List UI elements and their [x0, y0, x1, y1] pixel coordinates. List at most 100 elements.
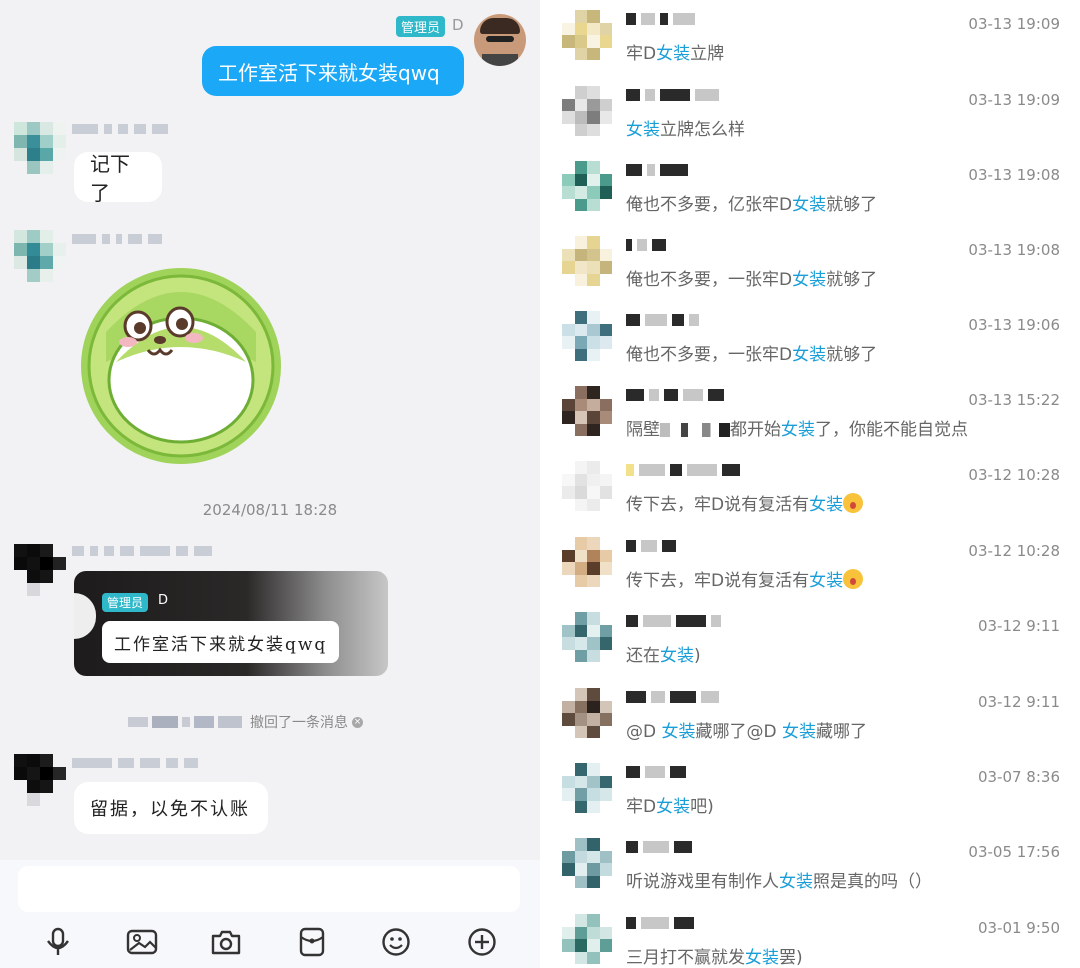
result-time: 03-13 19:08 — [968, 241, 1060, 259]
chat-panel: 管理员 D 工作室活下来就女装qwq 记下了 2024/08/11 18:28 … — [0, 0, 540, 968]
avatar[interactable] — [14, 122, 66, 174]
result-snippet: 女装立牌怎么样 — [626, 115, 745, 140]
recall-row: 撤回了一条消息 × — [128, 712, 363, 732]
avatar[interactable] — [14, 230, 66, 282]
my-message-bubble[interactable]: 工作室活下来就女装qwq — [202, 46, 464, 96]
search-results-list: 03-13 19:09 牢D女装立牌 03-13 19:09 女装立牌怎么样 03-13… — [540, 0, 1080, 968]
keyword-highlight: 女装 — [782, 722, 816, 742]
message-input[interactable] — [18, 866, 520, 912]
reply-bubble[interactable]: 记下了 — [74, 152, 162, 205]
search-result-row[interactable]: 03-13 19:09 牢D女装立牌 — [540, 0, 1080, 75]
cabbage-dog-sticker[interactable] — [76, 262, 286, 467]
result-snippet: 听说游戏里有制作人女装照是真的吗（） — [626, 867, 932, 892]
search-result-row[interactable]: 03-05 17:56 听说游戏里有制作人女装照是真的吗（） — [540, 828, 1080, 903]
result-snippet: 还在女装) — [626, 641, 701, 666]
quote-sender-name: D — [158, 593, 169, 608]
result-snippet: 三月打不赢就发女装罢) — [626, 943, 803, 968]
recall-text: 撤回了一条消息 — [250, 715, 348, 731]
snippet-text: @D — [626, 722, 662, 742]
snippet-text: 立牌怎么样 — [660, 120, 745, 140]
quote-avatar — [74, 593, 96, 639]
plus-icon[interactable] — [462, 922, 502, 962]
microphone-icon[interactable] — [38, 922, 78, 962]
chat-timestamp: 2024/08/11 18:28 — [202, 501, 338, 519]
sender-name-redacted — [72, 544, 212, 558]
result-sender-redacted — [626, 313, 699, 327]
red-packet-icon[interactable] — [292, 922, 332, 962]
avatar — [562, 86, 612, 136]
search-result-row[interactable]: 03-13 15:22 隔壁 都开始女装了，你能不能自觉点 — [540, 376, 1080, 451]
search-result-row[interactable]: 03-12 10:28 传下去，牢D说有复活有女装 — [540, 527, 1080, 602]
result-sender-redacted — [626, 690, 719, 704]
input-area — [0, 860, 540, 968]
search-result-row[interactable]: 03-13 19:06 俺也不多要，一张牢D女装就够了 — [540, 301, 1080, 376]
result-snippet: 俺也不多要，一张牢D女装就够了 — [626, 265, 877, 290]
my-avatar[interactable] — [474, 14, 526, 66]
result-time: 03-05 17:56 — [968, 843, 1060, 861]
snippet-text: 就够了 — [826, 270, 878, 290]
keyword-highlight: 女装 — [809, 495, 844, 515]
keyword-highlight: 女装 — [626, 120, 660, 140]
search-result-row[interactable]: 03-12 10:28 传下去，牢D说有复活有女装 — [540, 451, 1080, 526]
admin-badge: 管理员 — [396, 16, 446, 37]
avatar — [562, 914, 612, 964]
keyword-highlight: 女装 — [792, 195, 827, 215]
keyword-highlight: 女装 — [656, 797, 691, 817]
snippet-text: 照是真的吗（） — [813, 872, 932, 892]
result-snippet: @D 女装藏哪了@D 女装藏哪了 — [626, 717, 867, 742]
snippet-text: 都开始 — [730, 420, 781, 440]
keyword-highlight: 女装 — [745, 948, 779, 968]
search-result-row[interactable]: 03-01 9:50 三月打不赢就发女装罢) — [540, 904, 1080, 968]
avatar — [562, 612, 612, 662]
avatar[interactable] — [14, 754, 66, 806]
search-result-row[interactable]: 03-13 19:09 女装立牌怎么样 — [540, 76, 1080, 151]
avatar[interactable] — [14, 544, 66, 596]
keyword-highlight: 女装 — [809, 571, 844, 591]
snippet-text: 罢) — [779, 948, 803, 968]
camera-icon[interactable] — [206, 922, 246, 962]
search-result-row[interactable]: 03-13 19:08 俺也不多要，一张牢D女装就够了 — [540, 226, 1080, 301]
quote-card[interactable]: 管理员 D 工作室活下来就女装qwq — [74, 571, 388, 676]
avatar — [562, 161, 612, 211]
snippet-text: 牢D — [626, 44, 657, 64]
avatar — [562, 10, 612, 60]
surprised-emoji-icon — [843, 569, 864, 589]
snippet-text: 传下去，牢D说有复活有 — [626, 495, 810, 515]
result-snippet: 隔壁 都开始女装了，你能不能自觉点 — [626, 415, 968, 440]
result-time: 03-13 19:09 — [968, 15, 1060, 33]
snippet-text: 牢D — [626, 797, 657, 817]
snippet-text: 就够了 — [826, 345, 878, 365]
keyword-highlight: 女装 — [781, 420, 815, 440]
result-time: 03-13 15:22 — [968, 391, 1060, 409]
result-time: 03-13 19:09 — [968, 91, 1060, 109]
search-result-row[interactable]: 03-13 19:08 俺也不多要，亿张牢D女装就够了 — [540, 151, 1080, 226]
reply-bubble[interactable]: 留据，以免不认账 — [74, 782, 268, 834]
result-time: 03-13 19:08 — [968, 166, 1060, 184]
keyword-highlight: 女装 — [779, 872, 813, 892]
search-result-row[interactable]: 03-07 8:36 牢D女装吧) — [540, 753, 1080, 828]
snippet-text: 吧) — [690, 797, 714, 817]
result-sender-redacted — [626, 163, 688, 177]
snippet-text: 俺也不多要，亿张牢D — [626, 195, 793, 215]
sender-name-redacted — [72, 756, 198, 770]
emoji-icon[interactable] — [376, 922, 416, 962]
avatar — [562, 838, 612, 888]
image-icon[interactable] — [122, 922, 162, 962]
search-result-row[interactable]: 03-12 9:11 @D 女装藏哪了@D 女装藏哪了 — [540, 678, 1080, 753]
sender-name-redacted — [72, 232, 162, 246]
snippet-text: 了，你能不能自觉点 — [815, 420, 968, 440]
snippet-text: 听说游戏里有制作人 — [626, 872, 779, 892]
result-sender-redacted — [626, 765, 686, 779]
avatar — [562, 763, 612, 813]
search-result-row[interactable]: 03-12 9:11 还在女装) — [540, 602, 1080, 677]
close-icon[interactable]: × — [352, 716, 363, 728]
result-snippet: 牢D女装立牌 — [626, 39, 724, 64]
result-snippet: 俺也不多要，一张牢D女装就够了 — [626, 340, 877, 365]
snippet-text: 还在 — [626, 646, 660, 666]
result-sender-redacted — [626, 388, 724, 402]
surprised-emoji-icon — [843, 493, 864, 513]
snippet-text: 隔壁 — [626, 420, 660, 440]
avatar — [562, 537, 612, 587]
keyword-highlight: 女装 — [792, 345, 827, 365]
result-snippet: 牢D女装吧) — [626, 792, 714, 817]
